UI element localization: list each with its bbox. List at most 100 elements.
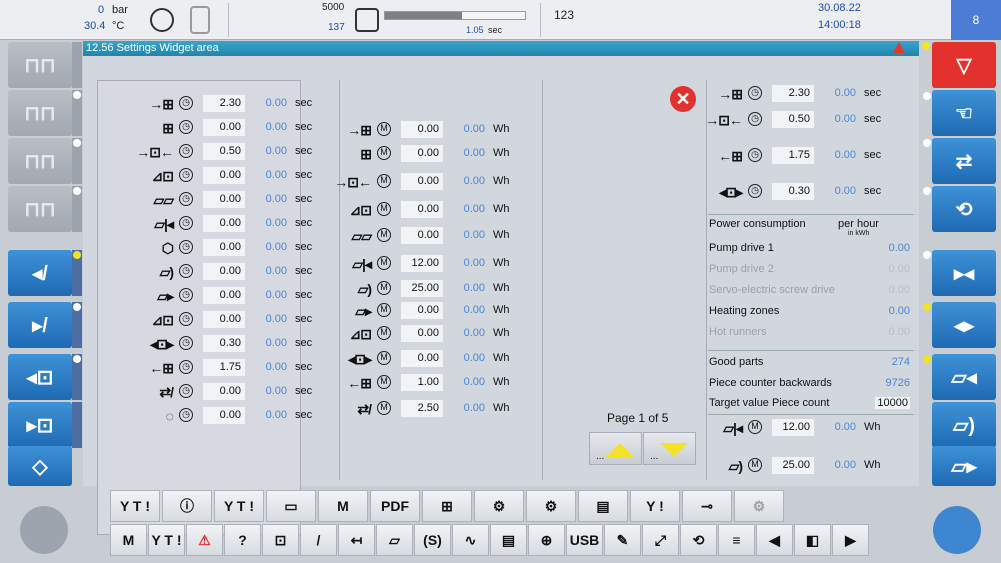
setpoint-field[interactable]: 0.00	[401, 201, 443, 218]
toolbar-lower-button[interactable]: ⤢	[642, 524, 679, 556]
setpoint-field[interactable]: 0.00	[203, 119, 245, 136]
toolbar-upper-button[interactable]: ▤	[578, 490, 628, 522]
toolbar-lower-button[interactable]: ?	[224, 524, 261, 556]
setpoint-field[interactable]: 0.00	[401, 173, 443, 190]
setpoint-field[interactable]: 2.50	[401, 400, 443, 417]
eject-forward-button[interactable]: ▸/	[8, 302, 72, 348]
toolbar-lower-button[interactable]: ∿	[452, 524, 489, 556]
nozzle-forward-button[interactable]: ◂▸	[932, 302, 996, 348]
toolbar-lower-button[interactable]: ⟲	[680, 524, 717, 556]
setpoint-field[interactable]: 0.00	[203, 383, 245, 400]
page-down-button[interactable]: ...	[643, 432, 696, 465]
setpoint-field[interactable]: 0.00	[203, 167, 245, 184]
target-count-value[interactable]: 10000	[875, 397, 910, 409]
toolbar-lower-button[interactable]: ◀	[756, 524, 793, 556]
eject-back-button[interactable]: ◂/	[8, 250, 72, 296]
nozzle-back-button[interactable]: ▸◂	[932, 250, 996, 296]
settings-gear-button[interactable]	[20, 506, 68, 554]
setpoint-field[interactable]: 1.75	[203, 359, 245, 376]
toolbar-lower-button[interactable]: ⊡	[262, 524, 299, 556]
toolbar-upper-button[interactable]: Y T !	[214, 490, 264, 522]
setpoint-field[interactable]: 12.00	[772, 419, 814, 436]
setpoint-field[interactable]: 0.00	[203, 407, 245, 424]
setpoint-field[interactable]: 2.30	[772, 85, 814, 102]
screw-back-button[interactable]: ▱◂	[932, 354, 996, 400]
toolbar-lower-button[interactable]: Y T !	[148, 524, 185, 556]
setpoint-field[interactable]: 0.00	[203, 287, 245, 304]
setpoint-field[interactable]: 0.00	[401, 227, 443, 244]
toolbar-upper-button[interactable]: M	[318, 490, 368, 522]
toolbar-upper-button[interactable]: Y T !	[110, 490, 160, 522]
toolbar-upper-button[interactable]: ⚙	[526, 490, 576, 522]
toolbar-lower-button[interactable]: ▱	[376, 524, 413, 556]
toolbar-lower-button[interactable]: ▤	[490, 524, 527, 556]
toolbar-lower-button[interactable]: (S)	[414, 524, 451, 556]
toolbar-upper-button[interactable]: Y !	[630, 490, 680, 522]
left-grey-button-4[interactable]: ⊓⊓	[8, 186, 72, 232]
toolbar-lower-button[interactable]: ↤	[338, 524, 375, 556]
toolbar-lower-button[interactable]: ≡	[718, 524, 755, 556]
function-icon: ⇄/	[357, 400, 372, 417]
setpoint-field[interactable]: 0.00	[203, 239, 245, 256]
setpoint-field[interactable]: 1.00	[401, 374, 443, 391]
setpoint-field[interactable]: 25.00	[401, 280, 443, 297]
toolbar-lower-button[interactable]: USB	[566, 524, 603, 556]
semi-auto-button[interactable]: ⇄	[932, 138, 996, 184]
toolbar-upper-button[interactable]: PDF	[370, 490, 420, 522]
temperature-value: 30.4	[84, 20, 106, 32]
toolbar-upper-button[interactable]: ⚙	[734, 490, 784, 522]
setpoint-field[interactable]: 1.75	[772, 147, 814, 164]
left-grey-button-2[interactable]: ⊓⊓	[8, 90, 72, 136]
toolbar-lower-button[interactable]: /	[300, 524, 337, 556]
start-cycle-button[interactable]: ◇	[8, 446, 72, 486]
setpoint-field[interactable]: 2.30	[203, 95, 245, 112]
actual-value: 0.00	[834, 421, 856, 433]
toolbar-lower-button[interactable]: ✎	[604, 524, 641, 556]
setpoint-field[interactable]: 0.50	[203, 143, 245, 160]
toolbar-upper-button[interactable]: ▭	[266, 490, 316, 522]
setpoint-field[interactable]: 25.00	[772, 457, 814, 474]
toolbar-lower-button[interactable]: ⚠	[186, 524, 223, 556]
toolbar-lower-button[interactable]: ▶	[832, 524, 869, 556]
page-up-button[interactable]: ...	[589, 432, 642, 465]
setpoint-field[interactable]: 0.00	[401, 325, 443, 342]
function-icon: ⇄/	[159, 383, 174, 400]
side-strip	[72, 42, 82, 88]
mold-close-button[interactable]: ◂⊡	[8, 354, 72, 400]
toolbar-lower-button[interactable]: M	[110, 524, 147, 556]
function-icon: ▱▸	[355, 302, 372, 319]
unit-label: Wh	[493, 304, 510, 316]
plasticize-button[interactable]: ▱)	[932, 402, 996, 448]
unit-label: Wh	[493, 282, 510, 294]
warning-icon[interactable]	[893, 42, 905, 53]
setpoint-field[interactable]: 0.00	[401, 302, 443, 319]
toolbar-upper-button[interactable]: ⊸	[682, 490, 732, 522]
manual-mode-button[interactable]: ☜	[932, 90, 996, 136]
auto-mode-button[interactable]: ⟲	[932, 186, 996, 232]
setpoint-field[interactable]: 0.00	[203, 263, 245, 280]
setpoint-field[interactable]: 0.00	[203, 191, 245, 208]
progress-fill	[385, 12, 462, 19]
user-login-button[interactable]	[933, 506, 981, 554]
toolbar-lower-button[interactable]: ⊕	[528, 524, 565, 556]
divider	[708, 350, 914, 351]
setpoint-field[interactable]: 0.30	[203, 335, 245, 352]
emergency-stop-button[interactable]: ▽	[932, 42, 996, 88]
left-grey-button-3[interactable]: ⊓⊓	[8, 138, 72, 184]
toolbar-upper-button[interactable]: ⊞	[422, 490, 472, 522]
setpoint-field[interactable]: 0.50	[772, 111, 814, 128]
setpoint-field[interactable]: 0.30	[772, 183, 814, 200]
toolbar-upper-button[interactable]: ⚙	[474, 490, 524, 522]
setpoint-field[interactable]: 12.00	[401, 255, 443, 272]
unit-label: sec	[295, 289, 313, 301]
toolbar-lower-button[interactable]: ◧	[794, 524, 831, 556]
setpoint-field[interactable]: 0.00	[401, 145, 443, 162]
setpoint-field[interactable]: 0.00	[203, 311, 245, 328]
inject-button[interactable]: ▱▸	[932, 446, 996, 486]
toolbar-upper-button[interactable]: ⓘ	[162, 490, 212, 522]
left-grey-button-1[interactable]: ⊓⊓	[8, 42, 72, 88]
setpoint-field[interactable]: 0.00	[203, 215, 245, 232]
mold-open-button[interactable]: ▸⊡	[8, 402, 72, 448]
setpoint-field[interactable]: 0.00	[401, 121, 443, 138]
setpoint-field[interactable]: 0.00	[401, 350, 443, 367]
